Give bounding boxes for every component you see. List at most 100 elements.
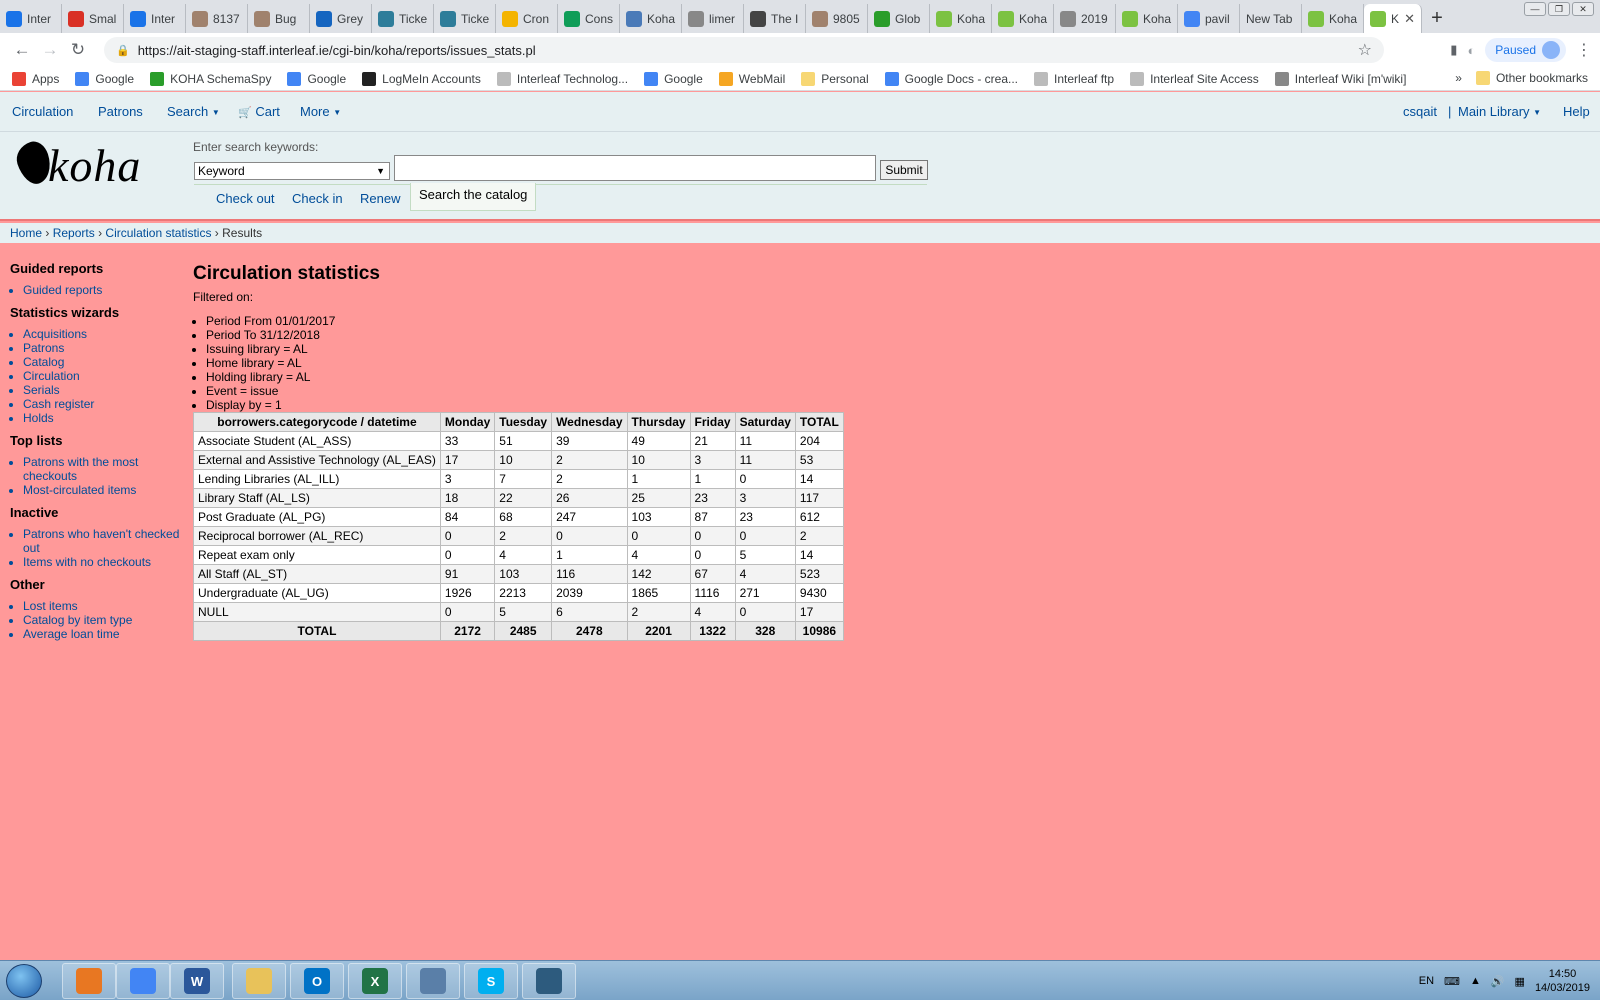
sidebar-link[interactable]: Lost items bbox=[23, 599, 180, 613]
bookmark-item[interactable]: KOHA SchemaSpy bbox=[150, 71, 271, 86]
bookmarks-overflow-button[interactable]: » bbox=[1455, 71, 1462, 85]
taskbar-app[interactable] bbox=[232, 963, 286, 999]
network-icon[interactable]: ▦ bbox=[1515, 975, 1525, 988]
address-bar[interactable]: 🔒 https://ait-staging-staff.interleaf.ie… bbox=[104, 37, 1384, 63]
search-type-select[interactable]: Keyword ▼ bbox=[194, 162, 390, 180]
sidebar-link[interactable]: Guided reports bbox=[23, 283, 180, 297]
nav-patrons[interactable]: Patrons bbox=[98, 104, 143, 119]
sidebar-link[interactable]: Average loan time bbox=[23, 627, 180, 641]
browser-tab[interactable]: Koha bbox=[992, 4, 1054, 33]
browser-tab[interactable]: Smal bbox=[62, 4, 124, 33]
browser-tab[interactable]: Cons bbox=[558, 4, 620, 33]
submit-button[interactable]: Submit bbox=[880, 160, 928, 180]
nav-more[interactable]: More ▼ bbox=[300, 104, 341, 119]
bookmark-item[interactable]: Interleaf ftp bbox=[1034, 71, 1114, 86]
taskbar-app[interactable]: W bbox=[170, 963, 224, 999]
start-button[interactable] bbox=[6, 964, 42, 998]
extension-circle-icon[interactable]: ◐ bbox=[1467, 43, 1475, 58]
sidebar-link[interactable]: Items with no checkouts bbox=[23, 555, 180, 569]
help-link[interactable]: Help bbox=[1563, 104, 1590, 119]
bookmark-item[interactable]: Interleaf Wiki [m'wiki] bbox=[1274, 71, 1406, 86]
other-bookmarks[interactable]: Other bookmarks bbox=[1475, 71, 1588, 85]
browser-tab[interactable]: Grey bbox=[310, 4, 372, 33]
browser-tab[interactable]: Ticke bbox=[434, 4, 496, 33]
browser-tab[interactable]: Koha bbox=[1302, 4, 1364, 33]
reload-icon[interactable]: ↻ bbox=[64, 40, 92, 60]
browser-tab[interactable]: Koha bbox=[620, 4, 682, 33]
nav-cart[interactable]: 🛒 Cart bbox=[238, 104, 280, 119]
browser-tab[interactable]: K ✕ bbox=[1364, 4, 1422, 33]
koha-logo[interactable]: koha bbox=[12, 138, 168, 192]
browser-tab[interactable]: 8137 bbox=[186, 4, 248, 33]
nav-search[interactable]: Search ▼ bbox=[167, 104, 220, 119]
bookmark-item[interactable]: Apps bbox=[12, 71, 59, 86]
browser-tab[interactable]: 9805 bbox=[806, 4, 868, 33]
clock[interactable]: 14:50 14/03/2019 bbox=[1535, 967, 1590, 995]
browser-tab[interactable]: New Tab bbox=[1240, 4, 1302, 33]
breadcrumb-circ-stats[interactable]: Circulation statistics bbox=[105, 226, 211, 240]
sidebar-link[interactable]: Patrons bbox=[23, 341, 180, 355]
taskbar-app[interactable]: X bbox=[348, 963, 402, 999]
sidebar-link[interactable]: Holds bbox=[23, 411, 180, 425]
taskbar-app[interactable] bbox=[62, 963, 116, 999]
browser-tab[interactable]: Bug bbox=[248, 4, 310, 33]
taskbar-app[interactable]: S bbox=[464, 963, 518, 999]
tray-expand-icon[interactable]: ▲ bbox=[1470, 975, 1481, 987]
browser-tab[interactable]: Ticke bbox=[372, 4, 434, 33]
nav-circulation[interactable]: Circulation bbox=[12, 104, 73, 119]
sidebar-link[interactable]: Most-circulated items bbox=[23, 483, 180, 497]
forward-icon[interactable]: → bbox=[36, 40, 64, 60]
browser-tab[interactable]: pavil bbox=[1178, 4, 1240, 33]
close-window-icon[interactable]: ✕ bbox=[1572, 2, 1594, 16]
sidebar-link[interactable]: Acquisitions bbox=[23, 327, 180, 341]
browser-tab[interactable]: 2019 bbox=[1054, 4, 1116, 33]
bookmark-item[interactable]: Personal bbox=[801, 71, 869, 86]
browser-tab[interactable]: Inter bbox=[124, 4, 186, 33]
taskbar-app[interactable] bbox=[406, 963, 460, 999]
tab-renew[interactable]: Renew bbox=[360, 191, 400, 206]
tab-search-catalog[interactable]: Search the catalog bbox=[410, 183, 537, 211]
taskbar-app[interactable] bbox=[522, 963, 576, 999]
bookmark-item[interactable]: Google bbox=[644, 71, 703, 86]
sidebar-link[interactable]: Patrons who haven't checked out bbox=[23, 527, 180, 555]
sidebar-link[interactable]: Circulation bbox=[23, 369, 180, 383]
close-tab-icon[interactable]: ✕ bbox=[1404, 11, 1415, 27]
volume-icon[interactable]: 🔊 bbox=[1491, 975, 1505, 988]
extension-icon[interactable]: ▮ bbox=[1450, 42, 1457, 58]
keyboard-icon[interactable]: ⌨ bbox=[1444, 975, 1460, 988]
taskbar-app[interactable] bbox=[116, 963, 170, 999]
bookmark-item[interactable]: Interleaf Site Access bbox=[1130, 71, 1259, 86]
new-tab-button[interactable]: + bbox=[1422, 4, 1452, 33]
bookmark-item[interactable]: WebMail bbox=[718, 71, 785, 86]
browser-tab[interactable]: Cron bbox=[496, 4, 558, 33]
back-icon[interactable]: ← bbox=[8, 40, 36, 60]
breadcrumb-reports[interactable]: Reports bbox=[53, 226, 95, 240]
logged-in-user[interactable]: csqait bbox=[1403, 104, 1437, 119]
browser-tab[interactable]: The I bbox=[744, 4, 806, 33]
browser-tab[interactable]: limer bbox=[682, 4, 744, 33]
bookmark-item[interactable]: Google bbox=[75, 71, 134, 86]
search-input[interactable] bbox=[394, 155, 876, 181]
bookmark-star-icon[interactable]: ☆ bbox=[1358, 40, 1372, 60]
menu-icon[interactable]: ⋮ bbox=[1576, 40, 1592, 60]
bookmark-item[interactable]: Interleaf Technolog... bbox=[496, 71, 628, 86]
taskbar-app[interactable]: O bbox=[290, 963, 344, 999]
sidebar-link[interactable]: Catalog by item type bbox=[23, 613, 180, 627]
sidebar-link[interactable]: Patrons with the most checkouts bbox=[23, 455, 180, 483]
bookmark-item[interactable]: Google bbox=[287, 71, 346, 86]
browser-tab[interactable]: Inter bbox=[0, 4, 62, 33]
profile-button[interactable]: Paused bbox=[1485, 38, 1566, 62]
sidebar-link[interactable]: Serials bbox=[23, 383, 180, 397]
browser-tab[interactable]: Koha bbox=[1116, 4, 1178, 33]
library-selector[interactable]: Main Library ▼ bbox=[1458, 104, 1541, 119]
tab-checkout[interactable]: Check out bbox=[216, 191, 275, 206]
breadcrumb-home[interactable]: Home bbox=[10, 226, 42, 240]
bookmark-item[interactable]: Google Docs - crea... bbox=[884, 71, 1018, 86]
sidebar-link[interactable]: Cash register bbox=[23, 397, 180, 411]
minimize-icon[interactable]: — bbox=[1524, 2, 1546, 16]
sidebar-link[interactable]: Catalog bbox=[23, 355, 180, 369]
bookmark-item[interactable]: LogMeIn Accounts bbox=[362, 71, 481, 86]
tab-checkin[interactable]: Check in bbox=[292, 191, 343, 206]
restore-icon[interactable]: ❐ bbox=[1548, 2, 1570, 16]
browser-tab[interactable]: Koha bbox=[930, 4, 992, 33]
